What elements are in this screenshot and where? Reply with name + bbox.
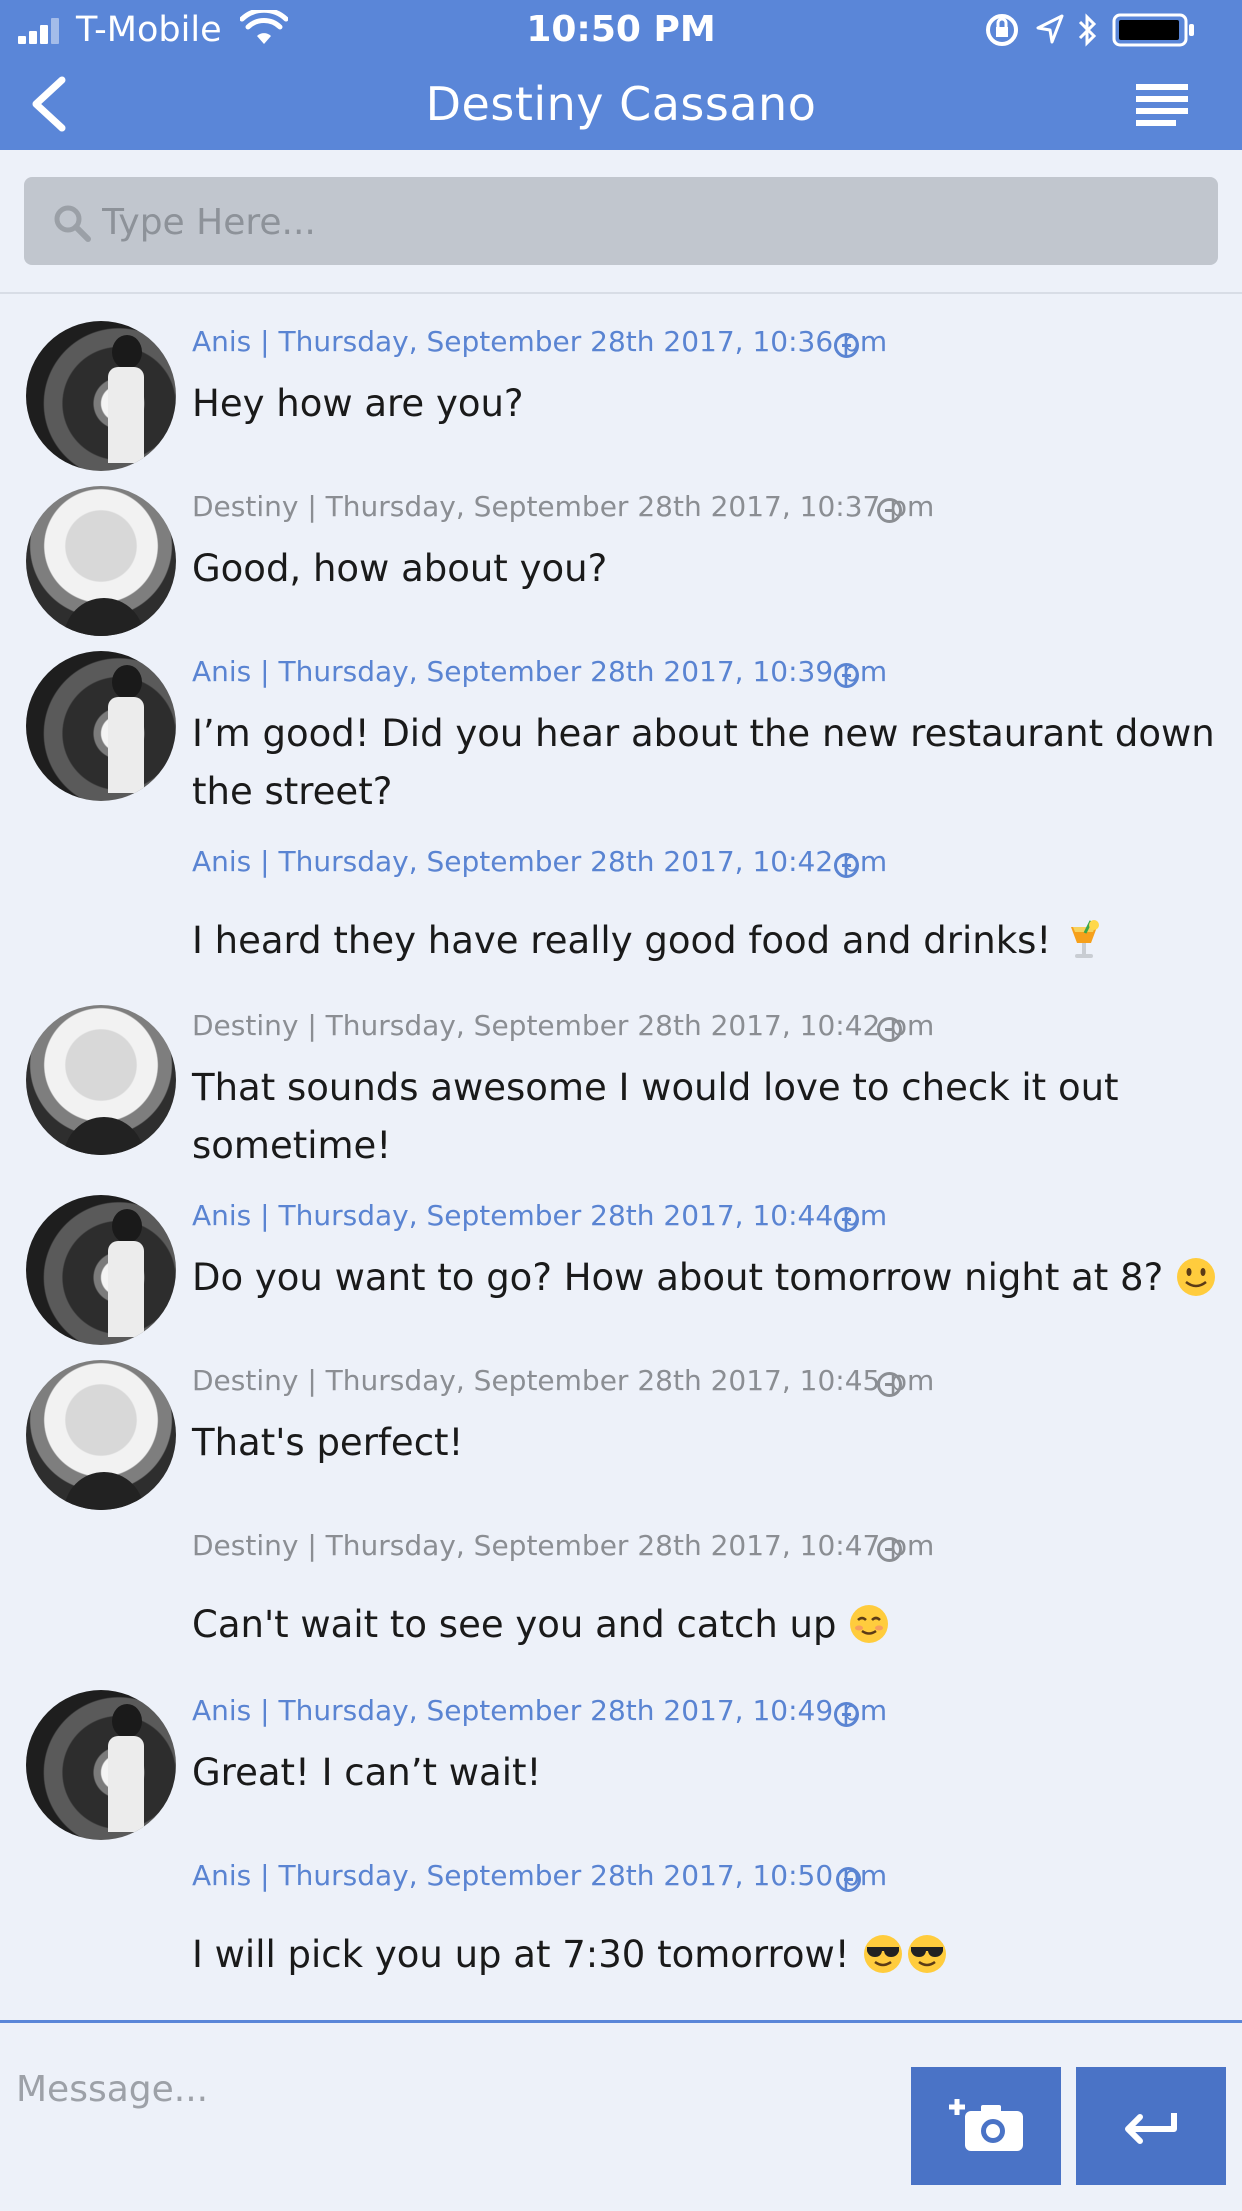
- delete-message-icon[interactable]: [836, 1867, 861, 1892]
- slightly-smiling-face-icon: [1177, 1258, 1216, 1296]
- add-camera-icon: [949, 2099, 1023, 2151]
- location-arrow-icon: [1036, 14, 1064, 44]
- search-input[interactable]: [100, 177, 1204, 267]
- delete-message-icon[interactable]: [877, 1017, 902, 1042]
- add-photo-button[interactable]: [911, 2067, 1061, 2185]
- status-icons: [986, 13, 1194, 47]
- orientation-lock-icon: [986, 14, 1018, 46]
- message-text: Hey how are you?: [192, 382, 524, 425]
- delete-message-icon[interactable]: [834, 333, 859, 358]
- app-header: T-Mobile 10:50 PM Destiny Cassano: [0, 0, 1242, 150]
- sunglasses-face-icon: [907, 1935, 946, 1973]
- message-meta: Anis | Thursday, September 28th 2017, 10…: [192, 655, 888, 688]
- send-button[interactable]: [1076, 2067, 1226, 2185]
- message-text: Do you want to go? How about tomorrow ni…: [192, 1249, 1222, 1307]
- avatar-destiny[interactable]: [26, 1360, 176, 1510]
- smiling-face-icon: [850, 1605, 889, 1643]
- message-meta: Destiny | Thursday, September 28th 2017,…: [192, 1364, 935, 1397]
- message-text: That sounds awesome I would love to chec…: [192, 1066, 1119, 1167]
- message-text: I will pick you up at 7:30 tomorrow!: [192, 1926, 1222, 1984]
- sunglasses-face-icon: [863, 1935, 902, 1973]
- message-meta: Anis | Thursday, September 28th 2017, 10…: [192, 845, 888, 878]
- message-text: Good, how about you?: [192, 547, 608, 590]
- avatar-anis[interactable]: [26, 1690, 176, 1840]
- search-box[interactable]: [24, 177, 1218, 267]
- message-text: I’m good! Did you hear about the new res…: [192, 712, 1215, 813]
- message-composer: [0, 2020, 1242, 2211]
- return-arrow-icon: [1125, 2113, 1177, 2144]
- message-meta: Destiny | Thursday, September 28th 2017,…: [192, 1009, 935, 1042]
- message-text-content: I will pick you up at 7:30 tomorrow!: [192, 1933, 850, 1976]
- status-bar: T-Mobile 10:50 PM: [0, 0, 1242, 60]
- search-icon: [54, 205, 91, 242]
- delete-message-icon[interactable]: [834, 1702, 859, 1727]
- battery-icon: [1112, 13, 1194, 47]
- message-text: Can't wait to see you and catch up: [192, 1596, 1222, 1654]
- message-meta: Destiny | Thursday, September 28th 2017,…: [192, 1529, 935, 1562]
- avatar-anis[interactable]: [26, 321, 176, 471]
- message-meta: Anis | Thursday, September 28th 2017, 10…: [192, 1199, 888, 1232]
- avatar-destiny[interactable]: [26, 486, 176, 636]
- message-meta: Anis | Thursday, September 28th 2017, 10…: [192, 325, 888, 358]
- message-meta: Destiny | Thursday, September 28th 2017,…: [192, 490, 935, 523]
- menu-icon[interactable]: [1136, 84, 1188, 128]
- delete-message-icon[interactable]: [834, 1207, 859, 1232]
- message-text: Great! I can’t wait!: [192, 1751, 542, 1794]
- delete-message-icon[interactable]: [877, 1537, 902, 1562]
- avatar-destiny[interactable]: [26, 1005, 176, 1155]
- message-text-content: I heard they have really good food and d…: [192, 919, 1052, 962]
- message-text-content: Can't wait to see you and catch up: [192, 1603, 837, 1646]
- search-bar: [0, 150, 1242, 294]
- message-input[interactable]: [14, 2043, 898, 2135]
- message-meta: Anis | Thursday, September 28th 2017, 10…: [192, 1694, 888, 1727]
- page-title: Destiny Cassano: [425, 77, 817, 131]
- message-list: Anis | Thursday, September 28th 2017, 10…: [0, 294, 1242, 2020]
- bluetooth-icon: [1078, 13, 1097, 47]
- delete-message-icon[interactable]: [877, 1372, 902, 1397]
- delete-message-icon[interactable]: [834, 853, 859, 878]
- tropical-drink-icon: [1071, 920, 1100, 958]
- message-text-content: Do you want to go? How about tomorrow ni…: [192, 1256, 1164, 1299]
- message-meta: Anis | Thursday, September 28th 2017, 10…: [192, 1859, 888, 1892]
- delete-message-icon[interactable]: [877, 498, 902, 523]
- message-text: I heard they have really good food and d…: [192, 912, 1222, 970]
- avatar-anis[interactable]: [26, 651, 176, 801]
- avatar-anis[interactable]: [26, 1195, 176, 1345]
- delete-message-icon[interactable]: [834, 663, 859, 688]
- message-text: That's perfect!: [192, 1421, 464, 1464]
